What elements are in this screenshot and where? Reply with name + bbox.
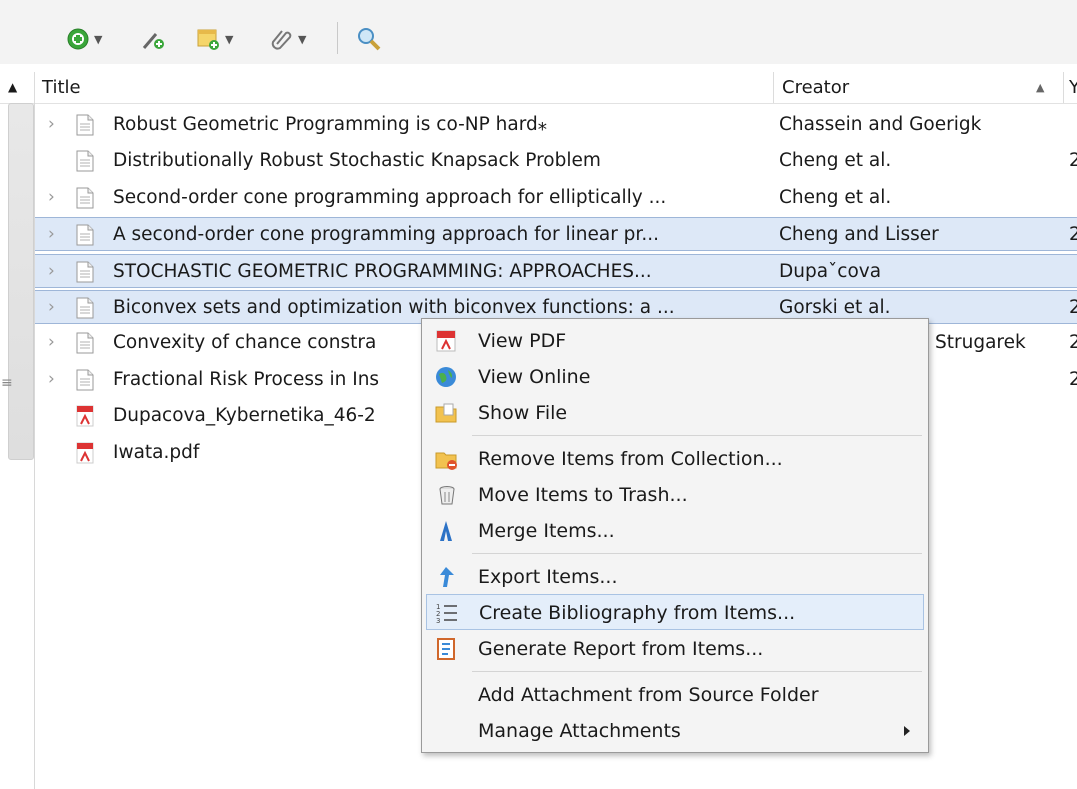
row-title: A second-order cone programming approach…	[113, 224, 659, 246]
add-circle-icon	[67, 28, 89, 50]
pane-resize-grip-icon[interactable]: ≡	[1, 375, 13, 391]
row-year: 2	[1069, 224, 1077, 246]
new-note-button[interactable]: ▼	[195, 24, 233, 54]
row-creator: Chassein and Goerigk	[779, 114, 982, 135]
globe-icon	[436, 367, 456, 387]
column-header: ▲ Title Creator ▲ Y	[0, 72, 1077, 104]
expand-twisty-icon[interactable]: ›	[48, 261, 64, 281]
pdf-icon	[436, 330, 456, 352]
row-title: STOCHASTIC GEOMETRIC PROGRAMMING: APPROA…	[113, 260, 652, 282]
row-title: Biconvex sets and optimization with bico…	[113, 297, 675, 318]
expand-twisty-icon[interactable]: ›	[48, 369, 64, 389]
expand-twisty-icon[interactable]: ›	[48, 297, 64, 317]
chevron-down-icon: ▼	[298, 32, 307, 46]
document-icon	[75, 150, 95, 177]
note-icon	[197, 29, 219, 50]
expand-twisty-icon[interactable]: ›	[48, 187, 64, 207]
row-creator: Gorski et al.	[779, 297, 891, 318]
table-row[interactable]: › Second-order cone programming approach …	[35, 181, 1077, 215]
toolbar-separator	[337, 22, 338, 54]
row-year: 2	[1069, 332, 1077, 354]
search-icon	[358, 28, 381, 51]
row-title: Distributionally Robust Stochastic Knaps…	[113, 150, 601, 172]
table-row[interactable]: › STOCHASTIC GEOMETRIC PROGRAMMING: APPRO…	[35, 253, 1077, 288]
document-icon	[75, 224, 95, 251]
menu-item-merge-items[interactable]: Merge Items...	[422, 513, 928, 549]
column-picker-arrow-icon[interactable]: ▲	[8, 80, 17, 94]
menu-separator	[472, 671, 922, 672]
add-by-identifier-button[interactable]	[140, 24, 166, 54]
report-icon	[437, 638, 455, 660]
scrollbar-thumb[interactable]	[8, 103, 34, 460]
chevron-down-icon: ▼	[94, 32, 103, 46]
chevron-down-icon: ▼	[225, 32, 234, 46]
export-arrow-icon	[440, 567, 454, 587]
menu-separator	[472, 553, 922, 554]
menu-item-view-pdf[interactable]: View PDF	[422, 323, 928, 359]
menu-item-manage-attachments[interactable]: Manage Attachments	[422, 713, 928, 749]
expand-twisty-icon[interactable]: ›	[48, 114, 64, 134]
creator-column-header[interactable]: Creator	[782, 77, 849, 98]
title-column-header[interactable]: Title	[42, 77, 81, 98]
menu-item-remove-from-collection[interactable]: Remove Items from Collection...	[422, 441, 928, 477]
row-year: 2	[1069, 150, 1077, 172]
document-icon	[75, 114, 95, 141]
pdf-icon	[75, 442, 95, 469]
folder-remove-icon	[435, 452, 457, 470]
table-row[interactable]: › A second-order cone programming approac…	[35, 217, 1077, 252]
document-icon	[75, 332, 95, 359]
search-button[interactable]	[356, 24, 382, 54]
menu-item-generate-report[interactable]: Generate Report from Items...	[422, 631, 928, 667]
row-year: 2	[1069, 368, 1077, 390]
document-icon	[75, 261, 95, 288]
numbered-list-icon: 123	[436, 603, 457, 625]
row-creator: Cheng et al.	[779, 150, 892, 172]
row-title: Robust Geometric Programming is co-NP ha…	[113, 114, 548, 135]
paperclip-icon	[271, 30, 292, 50]
expand-twisty-icon[interactable]: ›	[48, 224, 64, 244]
menu-separator	[472, 435, 922, 436]
new-item-button[interactable]: ▼	[66, 24, 102, 54]
table-row[interactable]: Distributionally Robust Stochastic Knaps…	[35, 144, 1077, 178]
menu-item-export-items[interactable]: Export Items...	[422, 559, 928, 595]
document-icon	[75, 187, 95, 214]
document-icon	[75, 297, 95, 324]
menu-item-add-attachment[interactable]: Add Attachment from Source Folder	[422, 677, 928, 713]
attachment-button[interactable]: ▼	[270, 24, 306, 54]
row-creator: Cheng and Lisser	[779, 224, 939, 246]
year-column-header[interactable]: Y	[1069, 77, 1077, 98]
row-creator: Strugarek	[935, 332, 1026, 354]
row-creator: Cheng et al.	[779, 186, 892, 208]
left-gutter: ≡	[0, 103, 35, 789]
sort-ascending-icon: ▲	[1036, 81, 1045, 94]
pdf-icon	[75, 405, 95, 432]
menu-item-view-online[interactable]: View Online	[422, 359, 928, 395]
submenu-arrow-icon	[904, 726, 910, 736]
menu-item-create-bibliography[interactable]: 123 Create Bibliography from Items...	[426, 594, 924, 630]
table-row[interactable]: › Robust Geometric Programming is co-NP h…	[35, 108, 1077, 142]
context-menu: View PDF View Online Show File Remove It…	[421, 318, 929, 753]
toolbar: ▼ ▼ ▼	[0, 0, 1077, 64]
merge-icon	[440, 521, 452, 541]
row-creator: Dupaˇcova	[779, 260, 882, 282]
trash-icon	[439, 486, 455, 505]
row-title: Second-order cone programming approach f…	[113, 186, 667, 208]
svg-text:3: 3	[436, 617, 440, 625]
magic-wand-icon	[142, 33, 164, 49]
menu-item-move-to-trash[interactable]: Move Items to Trash...	[422, 477, 928, 513]
folder-icon	[435, 403, 457, 423]
expand-twisty-icon[interactable]: ›	[48, 332, 64, 352]
document-icon	[75, 369, 95, 396]
row-year: 2	[1069, 297, 1077, 318]
menu-item-show-file[interactable]: Show File	[422, 395, 928, 431]
